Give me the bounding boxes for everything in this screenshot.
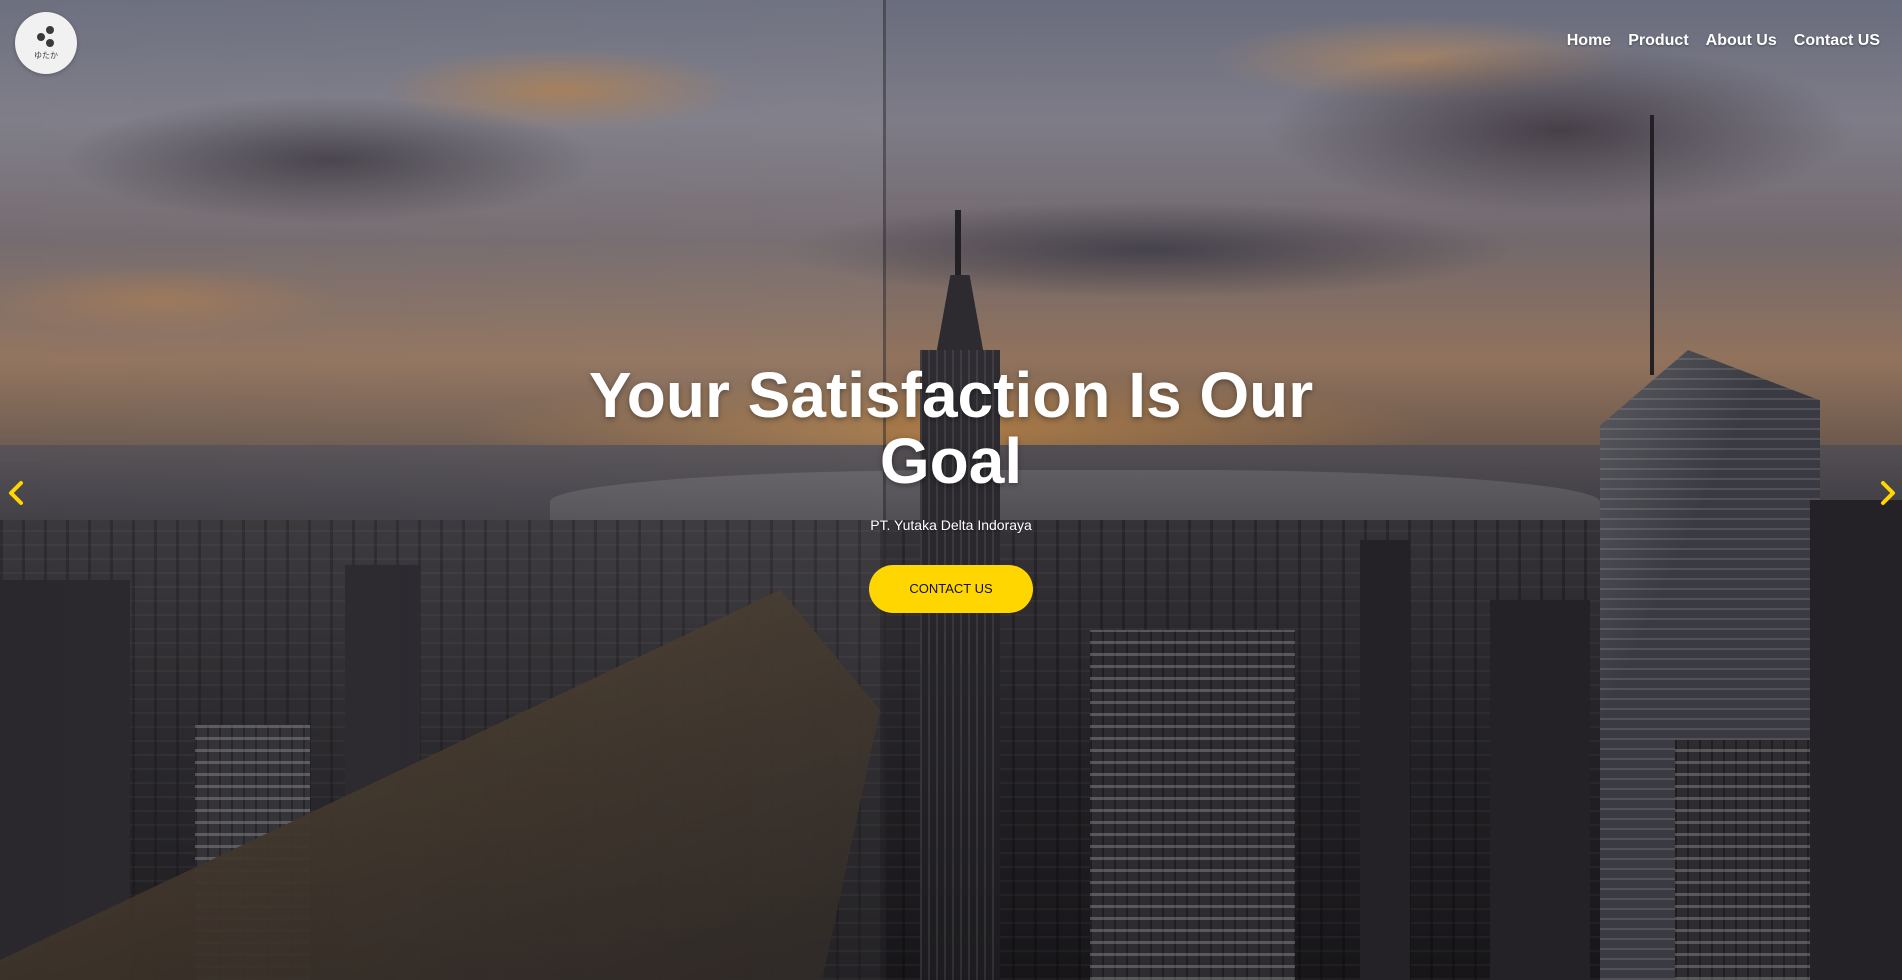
chevron-left-icon: [9, 481, 23, 505]
hero-subtitle: PT. Yutaka Delta Indoraya: [870, 517, 1032, 533]
carousel-prev-button[interactable]: [2, 476, 30, 510]
nav-contact-us[interactable]: Contact US: [1794, 32, 1880, 50]
nav-product[interactable]: Product: [1628, 32, 1688, 50]
chevron-right-icon: [1881, 481, 1895, 505]
company-logo[interactable]: ゆたか: [15, 12, 77, 74]
logo-text: ゆたか: [34, 50, 58, 60]
carousel-next-button[interactable]: [1874, 476, 1902, 510]
nav-about-us[interactable]: About Us: [1706, 32, 1777, 50]
nav-home[interactable]: Home: [1567, 32, 1611, 50]
main-navigation: Home Product About Us Contact US: [1567, 32, 1880, 50]
contact-us-button[interactable]: CONTACT US: [869, 565, 1033, 613]
logo-mark-icon: [33, 25, 59, 48]
hero-title: Your Satisfaction Is Our Goal: [588, 359, 1314, 497]
hero-content: Your Satisfaction Is Our Goal PT. Yutaka…: [551, 362, 1351, 613]
